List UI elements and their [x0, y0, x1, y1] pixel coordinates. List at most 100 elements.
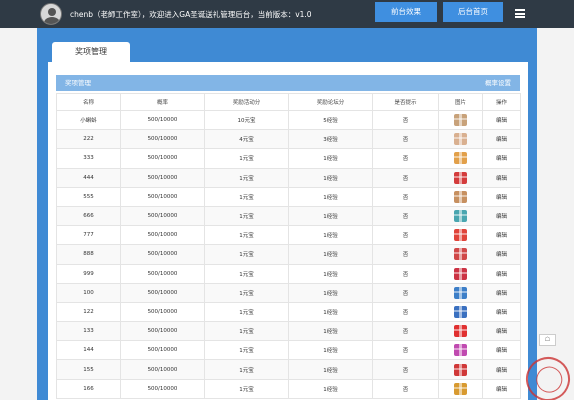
cell-tip: 否 [372, 340, 439, 361]
cell-name: 155 [56, 359, 121, 380]
table-row: 144 500/10000 1元宝 1经验否 编辑 [56, 340, 521, 361]
cell-probability: 500/10000 [120, 186, 205, 207]
front-preview-button[interactable]: 前台效果 [375, 2, 437, 22]
cell-image [438, 225, 483, 246]
cell-forum-points: 1经验 [288, 244, 373, 265]
col-header-name: 名称 [56, 93, 121, 111]
cell-probability: 500/10000 [120, 225, 205, 246]
cell-tip: 否 [372, 321, 439, 342]
cell-activity-points: 1元宝 [204, 244, 289, 265]
table-row: 888 500/10000 1元宝 1经验否 编辑 [56, 244, 521, 265]
cell-name: 999 [56, 263, 121, 284]
cell-tip: 否 [372, 167, 439, 188]
cell-activity-points: 1元宝 [204, 301, 289, 323]
edit-link[interactable]: 编辑 [482, 359, 521, 380]
gift-box-icon [454, 267, 467, 280]
cell-image [438, 148, 483, 169]
cell-activity-points: 1元宝 [204, 148, 289, 169]
cell-forum-points: 1经验 [288, 167, 373, 188]
cell-forum-points: 1经验 [288, 378, 373, 399]
cell-probability: 500/10000 [120, 244, 205, 265]
cell-image [438, 301, 483, 323]
table-row: 777 500/10000 1元宝 1经验否 编辑 [56, 225, 521, 246]
cell-image [438, 186, 483, 207]
cell-probability: 500/10000 [120, 148, 205, 169]
edit-link[interactable]: 编辑 [482, 186, 521, 207]
cell-image [438, 129, 483, 150]
admin-home-button[interactable]: 后台首页 [443, 2, 503, 22]
cell-name: 666 [56, 205, 121, 227]
cell-image [438, 167, 483, 188]
cell-probability: 500/10000 [120, 321, 205, 342]
cell-activity-points: 1元宝 [204, 205, 289, 227]
cell-image [438, 340, 483, 361]
top-bar: chenb（老師工作室），欢迎进入GA圣诞送礼管理后台，当前版本：v1.0 前台… [0, 0, 574, 28]
cell-probability: 500/10000 [120, 263, 205, 284]
back-to-top-button[interactable]: ☖ [539, 334, 556, 346]
cell-probability: 500/10000 [120, 378, 205, 399]
cell-probability: 500/10000 [120, 340, 205, 361]
gift-box-icon [454, 382, 467, 395]
cell-activity-points: 1元宝 [204, 378, 289, 399]
edit-link[interactable]: 编辑 [482, 282, 521, 303]
avatar[interactable] [40, 3, 62, 25]
table-row: 444 500/10000 1元宝 1经验否 编辑 [56, 167, 521, 188]
welcome-text: chenb（老師工作室），欢迎进入GA圣诞送礼管理后台，当前版本：v1.0 [70, 10, 312, 19]
cell-image [438, 359, 483, 380]
panel-header: 奖项管理 概率设置 [56, 75, 520, 91]
edit-link[interactable]: 编辑 [482, 167, 521, 188]
cell-tip: 否 [372, 359, 439, 380]
table-row: 155 500/10000 1元宝 1经验否 编辑 [56, 359, 521, 380]
cell-image [438, 282, 483, 303]
cell-tip: 否 [372, 282, 439, 303]
cell-tip: 否 [372, 301, 439, 323]
cell-tip: 否 [372, 225, 439, 246]
edit-link[interactable]: 编辑 [482, 321, 521, 342]
col-header-action: 操作 [482, 93, 521, 111]
edit-link[interactable]: 编辑 [482, 205, 521, 227]
cell-forum-points: 3经验 [288, 129, 373, 150]
gift-box-icon [454, 248, 467, 261]
edit-link[interactable]: 编辑 [482, 263, 521, 284]
edit-link[interactable]: 编辑 [482, 244, 521, 265]
prize-table: 名称 概率 奖励活动分 奖励论坛分 是否提示 图片 操作 小蝌蚪 500/1000… [56, 93, 521, 399]
cell-activity-points: 4元宝 [204, 129, 289, 150]
cell-forum-points: 1经验 [288, 186, 373, 207]
gift-box-icon [454, 325, 467, 338]
edit-link[interactable]: 编辑 [482, 129, 521, 150]
cell-name: 333 [56, 148, 121, 169]
cell-activity-points: 1元宝 [204, 340, 289, 361]
edit-link[interactable]: 编辑 [482, 301, 521, 323]
table-row: 666 500/10000 1元宝 1经验否 编辑 [56, 205, 521, 227]
gift-box-icon [454, 363, 467, 376]
table-row: 555 500/10000 1元宝 1经验否 编辑 [56, 186, 521, 207]
cell-probability: 500/10000 [120, 359, 205, 380]
cell-image [438, 205, 483, 227]
table-row: 122 500/10000 1元宝 1经验否 编辑 [56, 301, 521, 323]
cell-name: 133 [56, 321, 121, 342]
edit-link[interactable]: 编辑 [482, 340, 521, 361]
col-header-probability: 概率 [120, 93, 205, 111]
cell-probability: 500/10000 [120, 205, 205, 227]
tab-prize-management[interactable]: 奖项管理 [52, 42, 130, 62]
menu-icon[interactable] [515, 9, 525, 18]
table-row: 333 500/10000 1元宝 1经验否 编辑 [56, 148, 521, 169]
cell-activity-points: 10元宝 [204, 109, 289, 131]
gift-box-icon [454, 171, 467, 184]
cell-name: 166 [56, 378, 121, 399]
col-header-activity-points: 奖励活动分 [204, 93, 289, 111]
cell-tip: 否 [372, 129, 439, 150]
table-header-row: 名称 概率 奖励活动分 奖励论坛分 是否提示 图片 操作 [56, 93, 521, 111]
edit-link[interactable]: 编辑 [482, 225, 521, 246]
cell-probability: 500/10000 [120, 109, 205, 131]
cell-tip: 否 [372, 244, 439, 265]
cell-forum-points: 1经验 [288, 301, 373, 323]
edit-link[interactable]: 编辑 [482, 148, 521, 169]
edit-link[interactable]: 编辑 [482, 109, 521, 131]
edit-link[interactable]: 编辑 [482, 378, 521, 399]
cell-activity-points: 1元宝 [204, 186, 289, 207]
probability-settings-link[interactable]: 概率设置 [485, 75, 511, 91]
cell-activity-points: 1元宝 [204, 225, 289, 246]
col-header-tip: 是否提示 [372, 93, 439, 111]
cell-name: 100 [56, 282, 121, 303]
